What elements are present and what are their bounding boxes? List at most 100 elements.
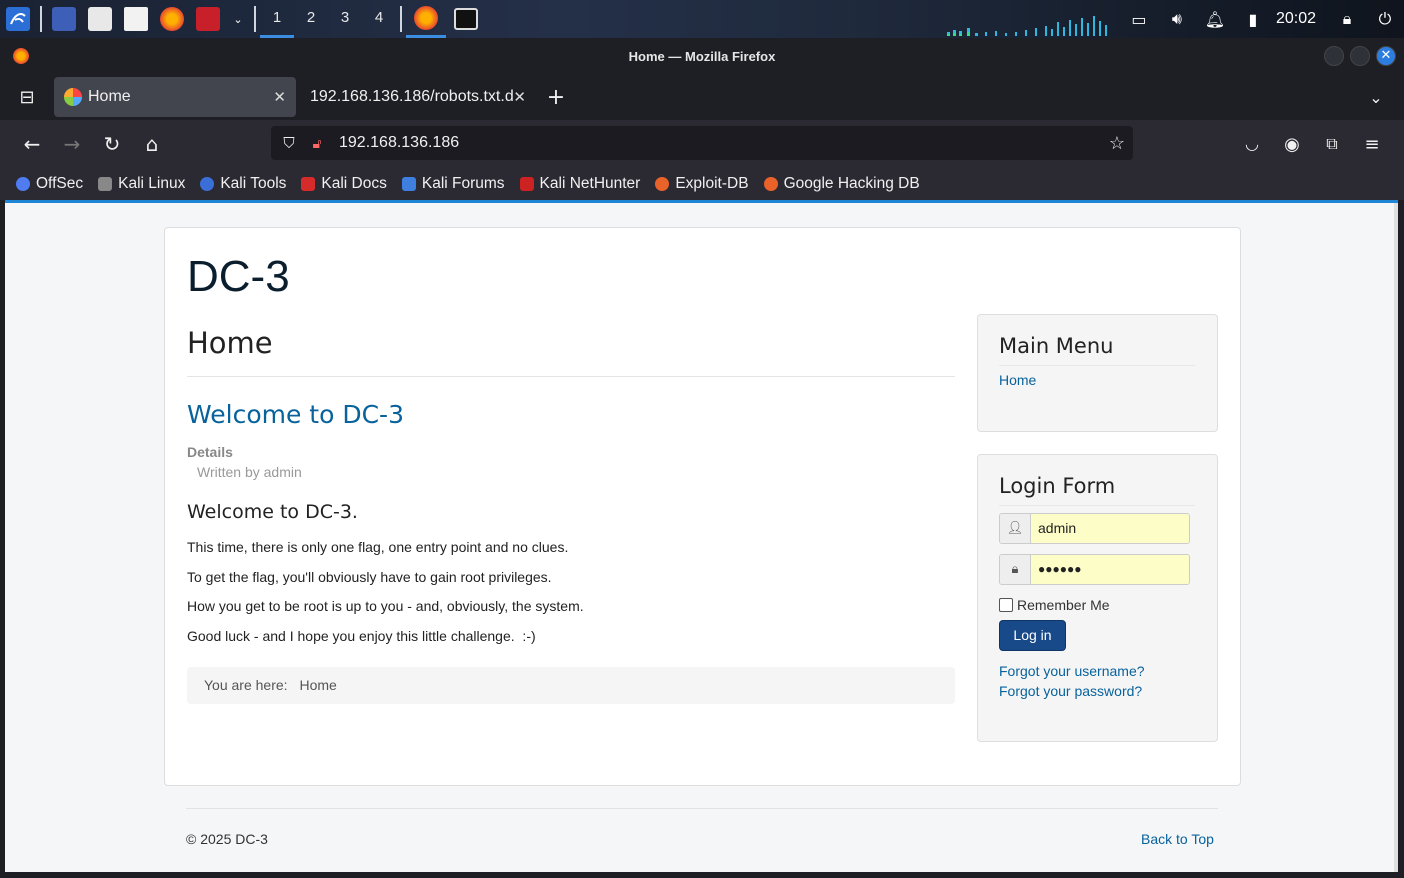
tab-robots[interactable]: 192.168.136.186/robots.txt.d ✕ — [296, 77, 536, 117]
shield-icon[interactable]: ⛉ — [279, 135, 299, 152]
home-icon[interactable]: ⌂ — [132, 132, 172, 156]
reload-icon[interactable]: ↻ — [92, 132, 132, 156]
terminal-launcher-icon[interactable] — [196, 7, 220, 31]
back-icon[interactable]: ← — [12, 132, 52, 156]
lock-screen-icon[interactable]: 🔒︎ — [1328, 9, 1366, 29]
site-title[interactable]: DC-3 — [187, 252, 290, 302]
article-title-link[interactable]: Welcome to DC-3 — [187, 400, 404, 429]
firefox-icon — [414, 5, 438, 30]
bookmark-kali-tools[interactable]: Kali Tools — [200, 175, 286, 193]
divider — [999, 365, 1195, 366]
tab-home[interactable]: Home ✕ — [54, 77, 296, 117]
show-desktop-icon[interactable] — [52, 7, 76, 31]
nethunter-icon — [519, 177, 534, 191]
article-paragraph: This time, there is only one flag, one e… — [187, 539, 569, 555]
password-input[interactable]: ●●●●●● — [1031, 555, 1189, 584]
bookmark-offsec[interactable]: OffSec — [16, 175, 83, 193]
url-text[interactable]: 192.168.136.186 — [339, 134, 459, 152]
taskbar-separator — [254, 6, 256, 32]
workspace-2[interactable]: 2 — [294, 0, 328, 38]
details-label: Details — [187, 444, 233, 460]
close-window-button[interactable]: ✕ — [1376, 46, 1396, 66]
remember-me-label: Remember Me — [1017, 597, 1110, 613]
maximize-button[interactable] — [1350, 46, 1370, 66]
kali-menu-icon[interactable] — [6, 7, 30, 31]
forgot-password-link[interactable]: Forgot your password? — [999, 683, 1142, 699]
extensions-icon[interactable]: ⧉ — [1312, 134, 1352, 155]
account-icon[interactable]: ◉ — [1272, 134, 1312, 155]
back-to-top-link[interactable]: Back to Top — [1141, 831, 1214, 847]
menu-icon[interactable]: ≡ — [1352, 134, 1392, 155]
exploit-db-icon — [655, 177, 670, 191]
volume-icon[interactable]: 🔊︎ — [1158, 9, 1196, 29]
network-activity-graph — [947, 16, 1107, 36]
user-icon: 👤︎ — [1000, 514, 1031, 543]
display-icon[interactable]: ▭ — [1120, 10, 1158, 29]
breadcrumb-current: Home — [299, 677, 337, 693]
firefox-launcher-icon[interactable] — [160, 7, 184, 31]
window-titlebar: Home — Mozilla Firefox — [0, 38, 1404, 74]
tab-bar: ⊟ Home ✕ 192.168.136.186/robots.txt.d ✕ … — [0, 74, 1404, 120]
workspace-4[interactable]: 4 — [362, 0, 396, 38]
taskbar-separator — [40, 6, 42, 32]
login-button[interactable]: Log in — [999, 620, 1066, 651]
bookmark-google-hacking-db[interactable]: Google Hacking DB — [763, 175, 920, 193]
firefox-window-button[interactable] — [406, 0, 446, 38]
tab-label: 192.168.136.186/robots.txt.d — [310, 88, 514, 105]
forgot-username-link[interactable]: Forgot your username? — [999, 663, 1145, 679]
username-field[interactable]: 👤︎ admin — [999, 513, 1190, 544]
pocket-icon[interactable]: ◡ — [1232, 134, 1272, 155]
main-menu-item-home[interactable]: Home — [999, 372, 1036, 388]
divider — [999, 505, 1195, 506]
bookmark-kali-forums[interactable]: Kali Forums — [401, 175, 505, 193]
scrollbar[interactable] — [1394, 203, 1398, 872]
forward-icon[interactable]: → — [52, 132, 92, 156]
joomla-favicon-icon — [64, 88, 82, 106]
page-heading: Home — [187, 326, 273, 360]
window-controls: ✕ — [1324, 46, 1396, 66]
main-menu-module: Main Menu Home — [977, 314, 1218, 432]
terminal-icon — [454, 8, 478, 30]
desktop-taskbar: ⌄ 1 2 3 4 ▭ 🔊︎ 🔔︎ ▮ 20:02 🔒︎ ⏻ — [0, 0, 1404, 38]
bookmark-star-icon[interactable]: ☆ — [1109, 133, 1125, 154]
ghdb-icon — [763, 177, 778, 191]
article-paragraph: To get the flag, you'll obviously have t… — [187, 569, 552, 585]
clock[interactable]: 20:02 — [1272, 10, 1328, 28]
workspace-3[interactable]: 3 — [328, 0, 362, 38]
bookmark-exploit-db[interactable]: Exploit-DB — [655, 175, 749, 193]
workspace-1[interactable]: 1 — [260, 0, 294, 38]
new-tab-icon[interactable]: + — [536, 85, 576, 110]
list-all-tabs-icon[interactable]: ⌄ — [1356, 88, 1396, 107]
file-manager-icon[interactable] — [88, 7, 112, 31]
bookmark-kali-linux[interactable]: Kali Linux — [98, 175, 185, 193]
bookmark-kali-docs[interactable]: Kali Docs — [301, 175, 387, 193]
login-form-title: Login Form — [999, 474, 1116, 498]
article-subheading: Welcome to DC-3. — [187, 501, 358, 523]
bookmark-kali-nethunter[interactable]: Kali NetHunter — [519, 175, 640, 193]
text-editor-icon[interactable] — [124, 7, 148, 31]
logout-icon[interactable]: ⏻ — [1366, 9, 1404, 29]
system-tray: ▭ 🔊︎ 🔔︎ ▮ 20:02 🔒︎ ⏻ — [1120, 0, 1404, 38]
username-input[interactable]: admin — [1031, 514, 1189, 543]
login-form-module: Login Form 👤︎ admin 🔒︎ ●●●●●● Remember M… — [977, 454, 1218, 742]
terminal-window-button[interactable] — [446, 0, 486, 38]
firefox-view-icon[interactable]: ⊟ — [0, 87, 54, 108]
insecure-lock-icon[interactable]: 🔓︎ — [307, 135, 327, 152]
window-title: Home — Mozilla Firefox — [628, 48, 776, 64]
lock-icon: 🔒︎ — [1000, 555, 1031, 584]
password-field[interactable]: 🔒︎ ●●●●●● — [999, 554, 1190, 585]
article-paragraph: How you get to be root is up to you - an… — [187, 598, 584, 614]
battery-icon[interactable]: ▮ — [1234, 10, 1272, 29]
minimize-button[interactable] — [1324, 46, 1344, 66]
close-tab-icon[interactable]: ✕ — [273, 88, 286, 106]
kali-forums-icon — [401, 177, 416, 191]
notification-bell-icon[interactable]: 🔔︎ — [1196, 10, 1234, 29]
remember-me-checkbox[interactable] — [999, 598, 1013, 612]
close-tab-icon[interactable]: ✕ — [513, 88, 526, 106]
article-paragraph: Good luck - and I hope you enjoy this li… — [187, 628, 536, 644]
remember-me[interactable]: Remember Me — [999, 597, 1110, 613]
url-bar[interactable]: ⛉ 🔓︎ 192.168.136.186 ☆ — [271, 126, 1133, 160]
chevron-down-icon[interactable]: ⌄ — [232, 7, 244, 31]
firefox-small-icon — [13, 48, 29, 64]
author-info: Written by admin — [197, 464, 302, 480]
